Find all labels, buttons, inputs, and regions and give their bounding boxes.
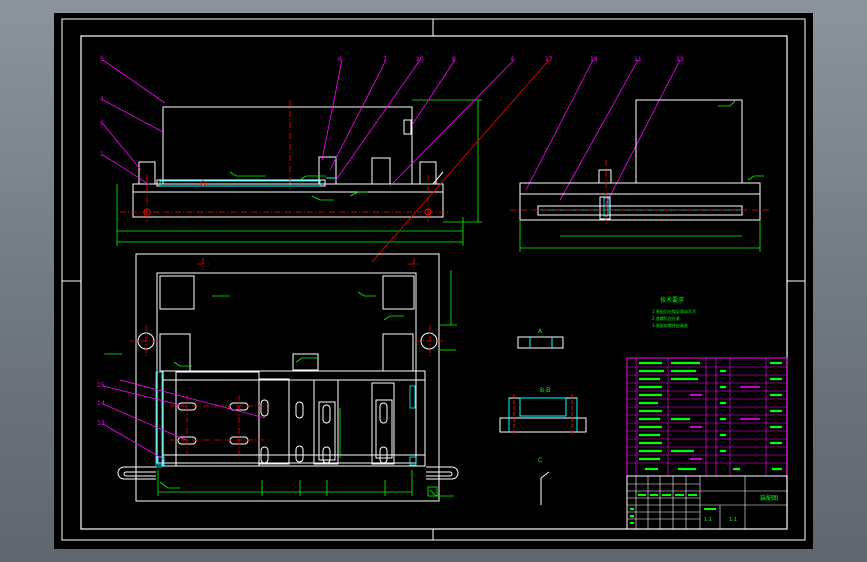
balloon: 15 xyxy=(97,382,105,389)
balloon: 11 xyxy=(634,56,642,63)
tech-req-line: 2.各螺钉应拧紧 xyxy=(652,315,680,321)
balloon: 6 xyxy=(100,120,104,127)
cad-drawing-canvas: 5 4 6 1 6 7 10 8 6 17 18 11 13 15 14 13 … xyxy=(54,13,813,549)
tech-req-line: 1.装配后应保证滑动灵活 xyxy=(652,308,696,314)
tech-req-heading: 技术要求 xyxy=(660,296,684,304)
tech-req-line: 3.装配前零件应清洗 xyxy=(652,322,688,328)
balloon: 14 xyxy=(97,400,105,407)
section-c-label: C xyxy=(538,457,542,464)
drawing-sheet xyxy=(54,13,813,549)
balloon: 17 xyxy=(545,56,553,63)
drawing-title: 装配图 xyxy=(760,494,778,502)
balloon: 5 xyxy=(100,56,104,63)
section-b-label: B-B xyxy=(540,387,550,394)
scale-2: 1:1 xyxy=(729,517,737,523)
balloon: 13 xyxy=(676,56,684,63)
balloon: 18 xyxy=(590,56,598,63)
balloon: 8 xyxy=(452,56,456,63)
balloon: 10 xyxy=(416,56,424,63)
balloon: 6 xyxy=(338,56,342,63)
balloon: 6 xyxy=(511,56,515,63)
scale-1: 1:1 xyxy=(704,517,712,523)
balloon: 7 xyxy=(383,56,387,63)
balloon: 13 xyxy=(97,420,105,427)
balloon: 4 xyxy=(100,96,104,103)
balloon: 1 xyxy=(100,151,104,158)
left-balloon-labels: 15 14 13 xyxy=(97,382,105,427)
